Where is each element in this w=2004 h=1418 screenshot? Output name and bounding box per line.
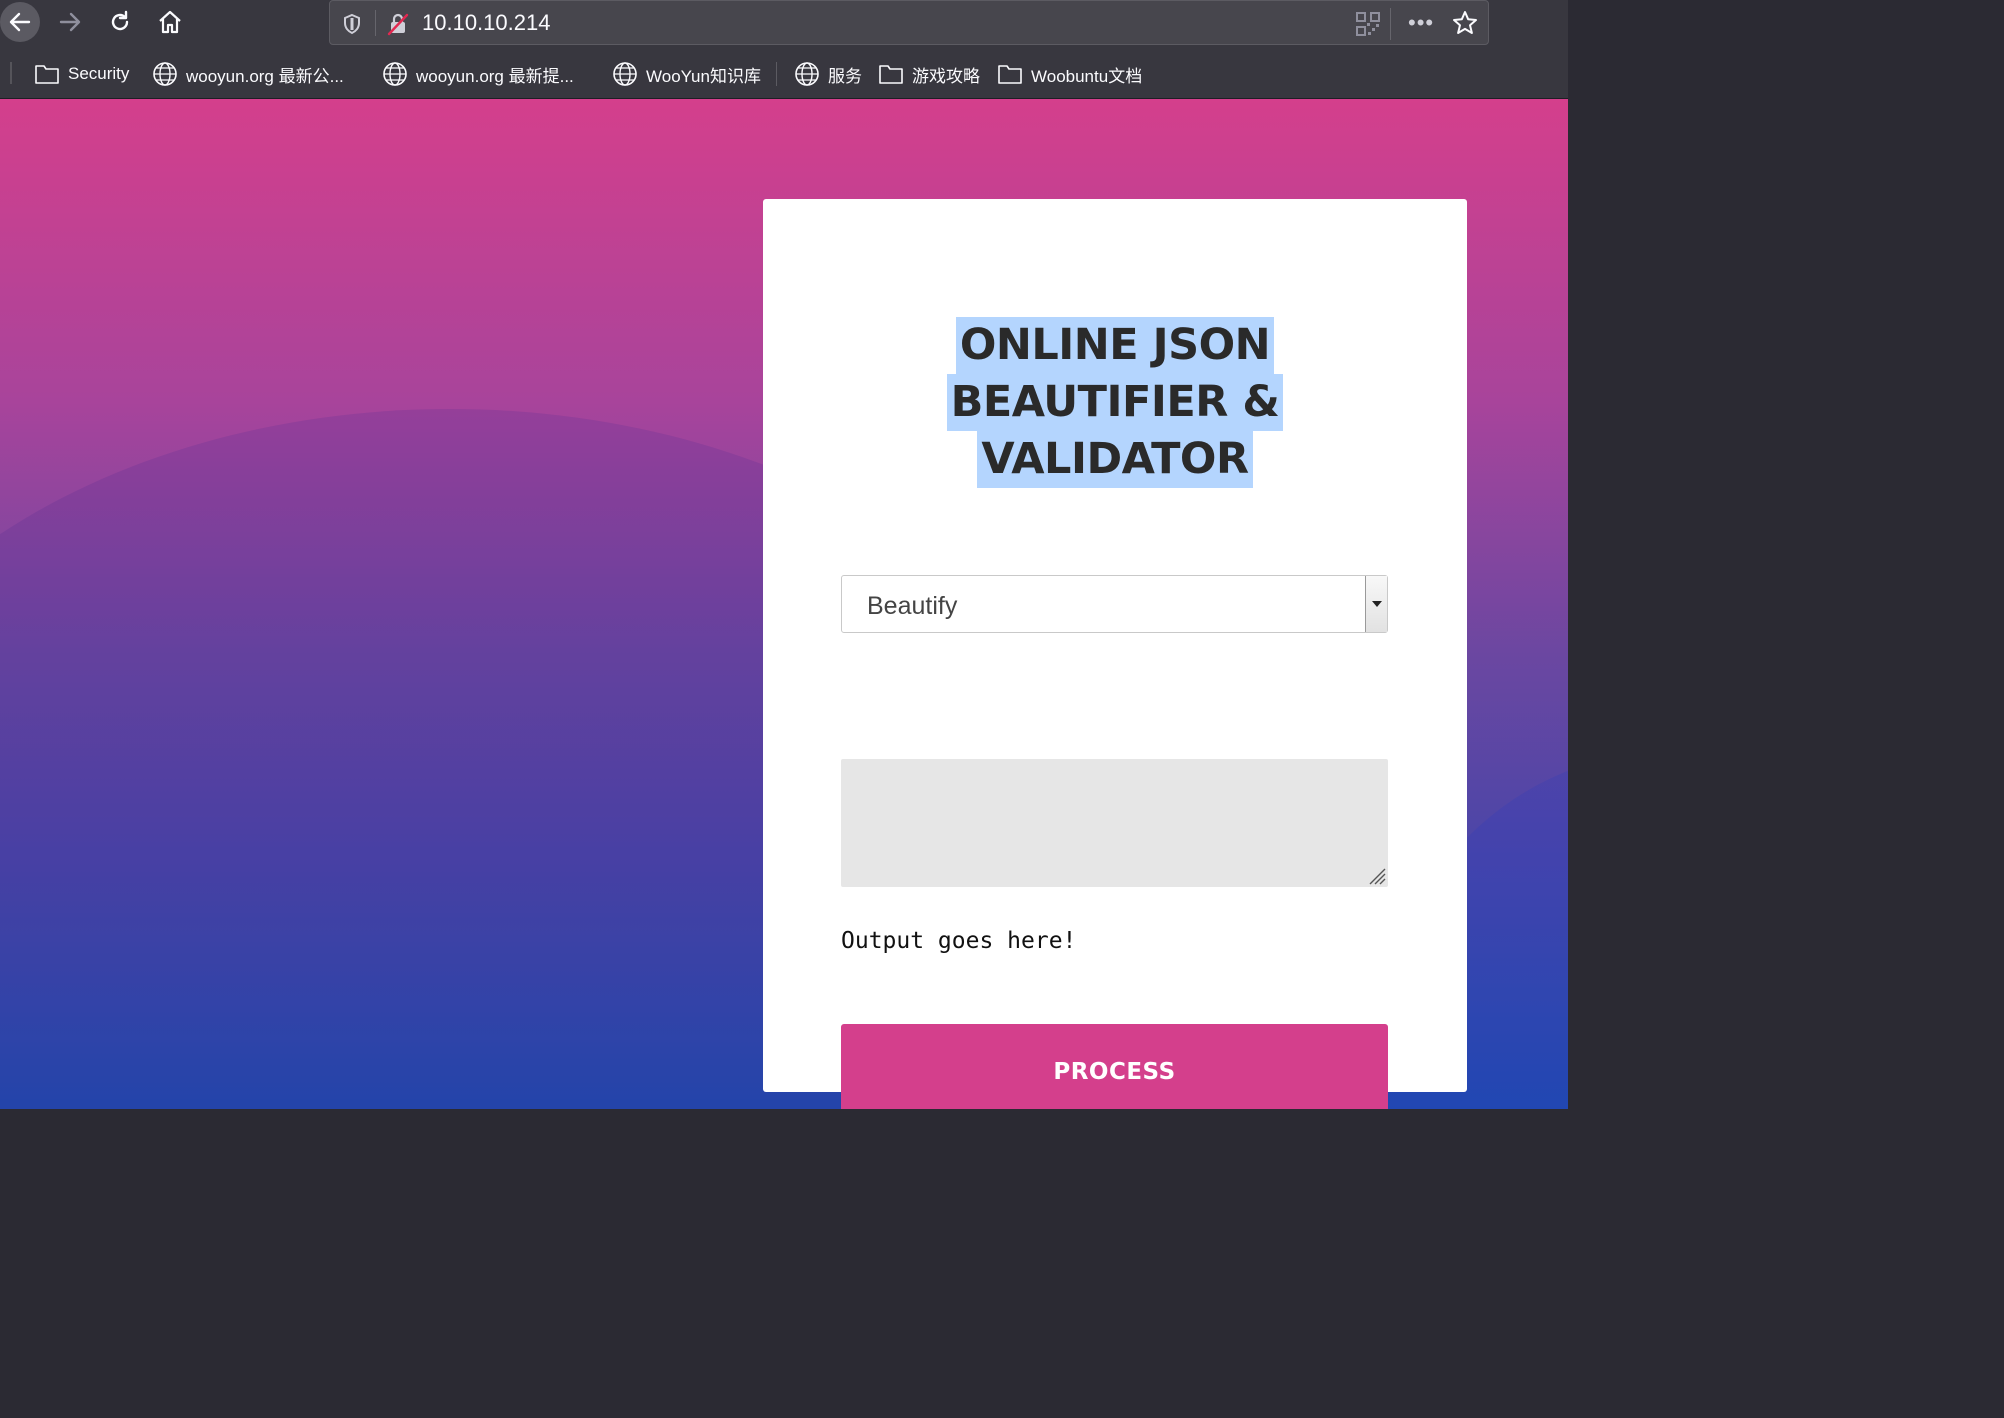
mode-select[interactable]: Beautify bbox=[841, 575, 1388, 633]
home-button[interactable] bbox=[150, 2, 190, 42]
json-input-textarea[interactable] bbox=[841, 759, 1388, 887]
globe-icon bbox=[794, 61, 820, 87]
globe-icon bbox=[382, 61, 408, 87]
bookmarks-separator bbox=[776, 62, 777, 86]
folder-icon bbox=[878, 63, 904, 85]
page-background: ONLINE JSON BEAUTIFIER & VALIDATOR Beaut… bbox=[0, 99, 1568, 1109]
folder-icon bbox=[34, 63, 60, 85]
more-actions-icon[interactable]: ••• bbox=[1408, 12, 1434, 34]
insecure-lock-icon[interactable] bbox=[386, 12, 410, 41]
url-separator bbox=[375, 10, 376, 36]
bookmark-wooyun-latest-submit[interactable]: wooyun.org 最新提... bbox=[382, 62, 574, 86]
process-button[interactable]: PROCESS bbox=[841, 1024, 1388, 1109]
bookmark-game-guides[interactable]: 游戏攻略 bbox=[878, 62, 980, 86]
back-button[interactable] bbox=[0, 2, 40, 42]
title-line: BEAUTIFIER & bbox=[946, 374, 1284, 431]
bookmark-wooyun-latest-public[interactable]: wooyun.org 最新公... bbox=[152, 62, 344, 86]
folder-icon bbox=[997, 63, 1023, 85]
dropdown-arrow[interactable] bbox=[1365, 576, 1387, 632]
shield-icon[interactable] bbox=[342, 13, 362, 40]
bookmark-label: wooyun.org 最新提... bbox=[416, 66, 574, 86]
mode-select-value: Beautify bbox=[867, 592, 958, 620]
beautifier-card: ONLINE JSON BEAUTIFIER & VALIDATOR Beaut… bbox=[763, 199, 1467, 1109]
page-title: ONLINE JSON BEAUTIFIER & VALIDATOR bbox=[763, 317, 1467, 488]
bookmark-label: 游戏攻略 bbox=[912, 66, 980, 86]
bookmark-label: Woobuntu文档 bbox=[1031, 66, 1143, 86]
forward-button[interactable] bbox=[50, 2, 90, 42]
reload-button[interactable] bbox=[100, 2, 140, 42]
chevron-down-icon bbox=[1371, 601, 1382, 607]
title-line: VALIDATOR bbox=[977, 431, 1253, 488]
url-text[interactable]: 10.10.10.214 bbox=[422, 10, 550, 36]
bookmarks-edge bbox=[10, 62, 12, 84]
home-icon bbox=[159, 10, 181, 34]
qr-code-icon[interactable] bbox=[1356, 12, 1380, 41]
resize-grip-icon[interactable] bbox=[1366, 865, 1386, 885]
reload-icon bbox=[111, 10, 129, 31]
url-separator bbox=[1390, 8, 1391, 40]
url-bar[interactable]: 10.10.10.214 ••• bbox=[329, 0, 1489, 45]
title-line: ONLINE JSON bbox=[955, 317, 1275, 374]
bookmark-star-icon[interactable] bbox=[1452, 10, 1478, 41]
bookmark-security[interactable]: Security bbox=[34, 62, 129, 86]
bookmark-label: Security bbox=[68, 64, 130, 83]
bookmark-label: 服务 bbox=[828, 66, 862, 86]
arrow-right-icon bbox=[59, 12, 81, 32]
bookmark-label: wooyun.org 最新公... bbox=[186, 66, 344, 86]
bookmark-woobuntu-docs[interactable]: Woobuntu文档 bbox=[997, 62, 1142, 86]
browser-toolbar: 10.10.10.214 ••• bbox=[0, 0, 1568, 48]
bookmarks-toolbar: Security wooyun.org 最新公... wooyun.org 最新… bbox=[0, 48, 1568, 99]
bookmark-label: WooYun知识库 bbox=[646, 66, 761, 86]
arrow-left-icon bbox=[9, 12, 31, 32]
globe-icon bbox=[612, 61, 638, 87]
bookmark-services[interactable]: 服务 bbox=[794, 62, 862, 86]
output-text: Output goes here! bbox=[841, 928, 1077, 954]
globe-icon bbox=[152, 61, 178, 87]
bookmark-wooyun-knowledge[interactable]: WooYun知识库 bbox=[612, 62, 761, 86]
